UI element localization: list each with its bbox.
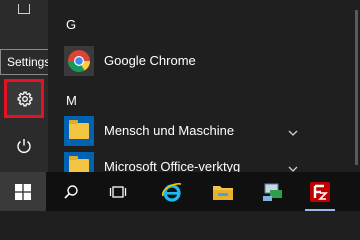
- taskbar: [0, 172, 360, 211]
- network-icon: [263, 183, 282, 201]
- folder-tile: [64, 116, 94, 146]
- app-mensch-und-maschine[interactable]: Mensch und Maschine: [48, 112, 360, 150]
- start-button[interactable]: [0, 172, 46, 211]
- windows-start-icon: [15, 183, 31, 200]
- app-google-chrome[interactable]: Google Chrome: [48, 42, 360, 80]
- app-list-scrollbar[interactable]: [355, 10, 358, 165]
- chrome-icon: [68, 50, 90, 72]
- active-indicator: [305, 209, 335, 211]
- file-explorer-icon: [213, 185, 233, 200]
- file-explorer-button[interactable]: [200, 172, 246, 211]
- chevron-down-icon[interactable]: [288, 124, 298, 142]
- internet-explorer-button[interactable]: [149, 172, 195, 211]
- chrome-tile: [64, 46, 94, 76]
- task-view-button[interactable]: [95, 172, 141, 211]
- network-app-button[interactable]: [250, 172, 296, 211]
- app-label: Mensch und Maschine: [104, 123, 235, 138]
- gear-icon: [17, 91, 33, 107]
- folder-icon: [69, 120, 89, 139]
- settings-button[interactable]: [4, 79, 44, 118]
- task-view-icon: [109, 185, 127, 198]
- app-label: Google Chrome: [104, 53, 196, 68]
- internet-explorer-icon: [162, 182, 182, 202]
- group-header-g[interactable]: G: [66, 17, 76, 32]
- document-icon[interactable]: [18, 4, 30, 14]
- search-button[interactable]: [48, 172, 94, 211]
- app-list: G Google Chrome M Mensch und Maschine Mi…: [48, 0, 360, 182]
- power-icon[interactable]: [15, 137, 33, 160]
- filezilla-button[interactable]: [297, 172, 343, 211]
- filezilla-icon: [310, 181, 330, 202]
- group-header-m[interactable]: M: [66, 93, 77, 108]
- search-icon: [64, 184, 78, 199]
